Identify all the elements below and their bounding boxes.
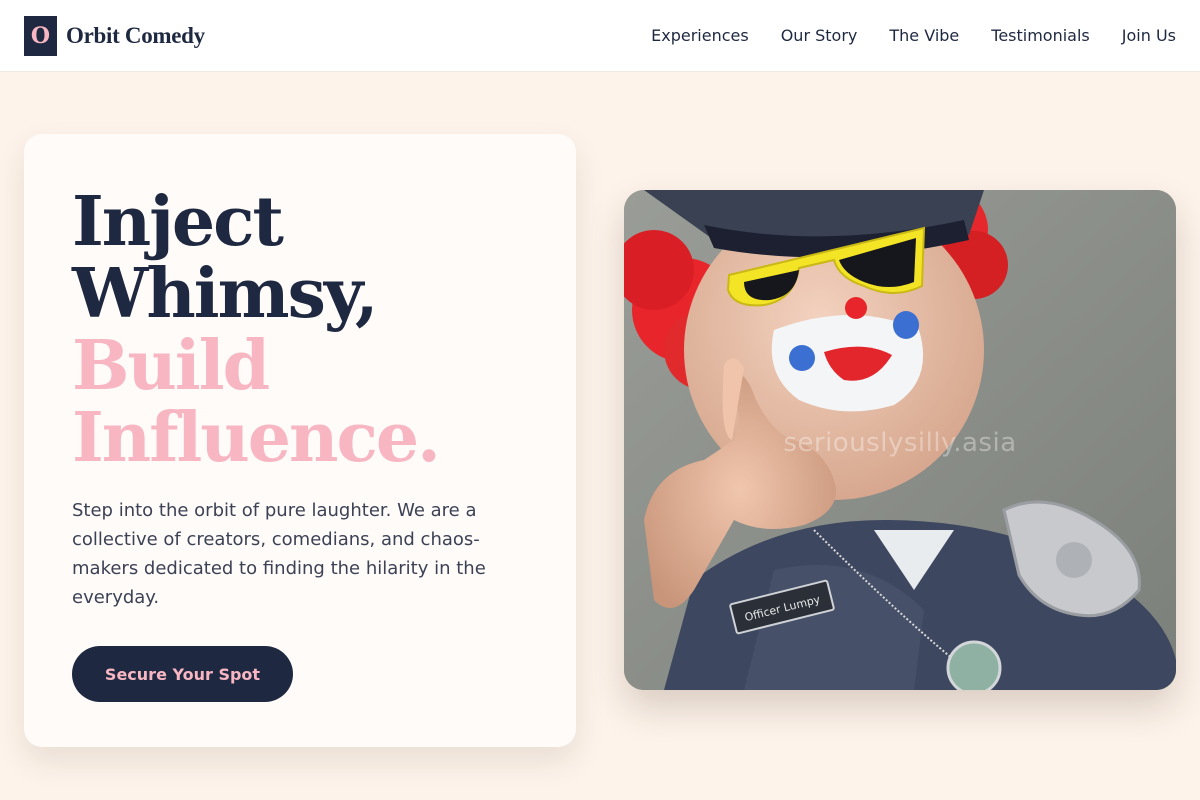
secure-your-spot-button[interactable]: Secure Your Spot: [72, 646, 293, 702]
hero-card: Inject Whimsy, Build Influence. Step int…: [24, 134, 576, 747]
hero-description: Step into the orbit of pure laughter. We…: [72, 500, 486, 608]
headline-line-inject: Inject: [72, 182, 284, 262]
logo-mark: O: [24, 15, 57, 56]
site-header: O Orbit Comedy Experiences Our Story The…: [0, 0, 1200, 72]
photo-watermark: seriouslysilly.asia: [783, 428, 1017, 458]
hero-photo: Officer Lumpy seriouslysilly.asia: [624, 190, 1176, 690]
nav-link-our-story[interactable]: Our Story: [781, 26, 858, 45]
brand-logo-link[interactable]: O Orbit Comedy: [24, 15, 205, 56]
nav-link-the-vibe[interactable]: The Vibe: [889, 26, 959, 45]
headline-line-influence: Influence.: [72, 398, 441, 478]
nav-link-experiences[interactable]: Experiences: [651, 26, 749, 45]
headline-line-build: Build: [72, 326, 270, 406]
brand-name: Orbit Comedy: [66, 22, 205, 48]
headline-line-whimsy: Whimsy,: [72, 254, 379, 334]
main-nav: Experiences Our Story The Vibe Testimoni…: [651, 26, 1176, 45]
hero-headline: Inject Whimsy, Build Influence.: [72, 186, 528, 474]
nav-link-testimonials[interactable]: Testimonials: [991, 26, 1090, 45]
nav-link-join-us[interactable]: Join Us: [1122, 26, 1176, 45]
